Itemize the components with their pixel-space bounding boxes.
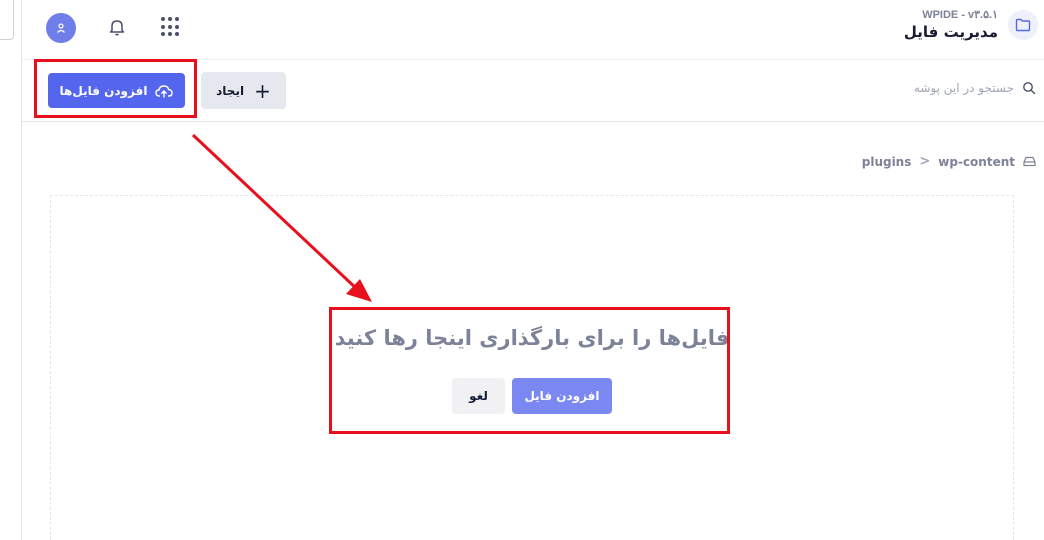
apps-grid-icon[interactable] xyxy=(161,17,181,37)
dropzone-title: فایل‌ها را برای بارگذاری اینجا رها کنید xyxy=(334,326,730,350)
dropzone-actions: لغو افزودن فایل xyxy=(51,378,1013,414)
breadcrumb-item-plugins[interactable]: plugins xyxy=(862,155,912,169)
upload-dropzone[interactable]: فایل‌ها را برای بارگذاری اینجا رها کنید … xyxy=(50,195,1014,540)
folder-icon xyxy=(1008,9,1038,40)
left-panel-edge xyxy=(0,0,22,540)
cancel-button[interactable]: لغو xyxy=(452,378,505,414)
top-header: WPIDE - v۳.۵.۱ مدیریت فایل xyxy=(22,0,1044,60)
drive-icon xyxy=(1023,156,1036,167)
breadcrumb-item-wp-content[interactable]: wp-content xyxy=(938,155,1015,169)
create-button[interactable]: ایجاد + xyxy=(201,72,286,109)
app-version: WPIDE - v۳.۵.۱ xyxy=(922,9,998,21)
file-manager-app: WPIDE - v۳.۵.۱ مدیریت فایل افزودن فایل‌ه… xyxy=(22,0,1044,540)
brand: WPIDE - v۳.۵.۱ مدیریت فایل xyxy=(904,8,1038,41)
page-title: مدیریت فایل xyxy=(903,23,998,41)
upload-files-label: افزودن فایل‌ها xyxy=(59,83,148,98)
search-input[interactable] xyxy=(894,81,1014,95)
upload-cloud-icon xyxy=(155,84,174,98)
search-bar xyxy=(894,81,1036,95)
brand-text: WPIDE - v۳.۵.۱ مدیریت فایل xyxy=(904,8,998,41)
breadcrumb-separator: > xyxy=(919,154,931,169)
user-icon xyxy=(57,23,65,33)
toolbar: افزودن فایل‌ها ایجاد + xyxy=(22,61,1044,122)
search-icon xyxy=(1023,82,1036,95)
breadcrumb: wp-content > plugins xyxy=(862,154,1036,169)
left-panel-tab[interactable] xyxy=(0,0,14,40)
create-label: ایجاد xyxy=(216,83,245,98)
user-avatar[interactable] xyxy=(46,13,76,43)
plus-icon: + xyxy=(254,78,271,103)
add-file-button[interactable]: افزودن فایل xyxy=(512,378,612,414)
bell-icon[interactable] xyxy=(106,16,128,38)
upload-files-button[interactable]: افزودن فایل‌ها xyxy=(48,73,185,108)
